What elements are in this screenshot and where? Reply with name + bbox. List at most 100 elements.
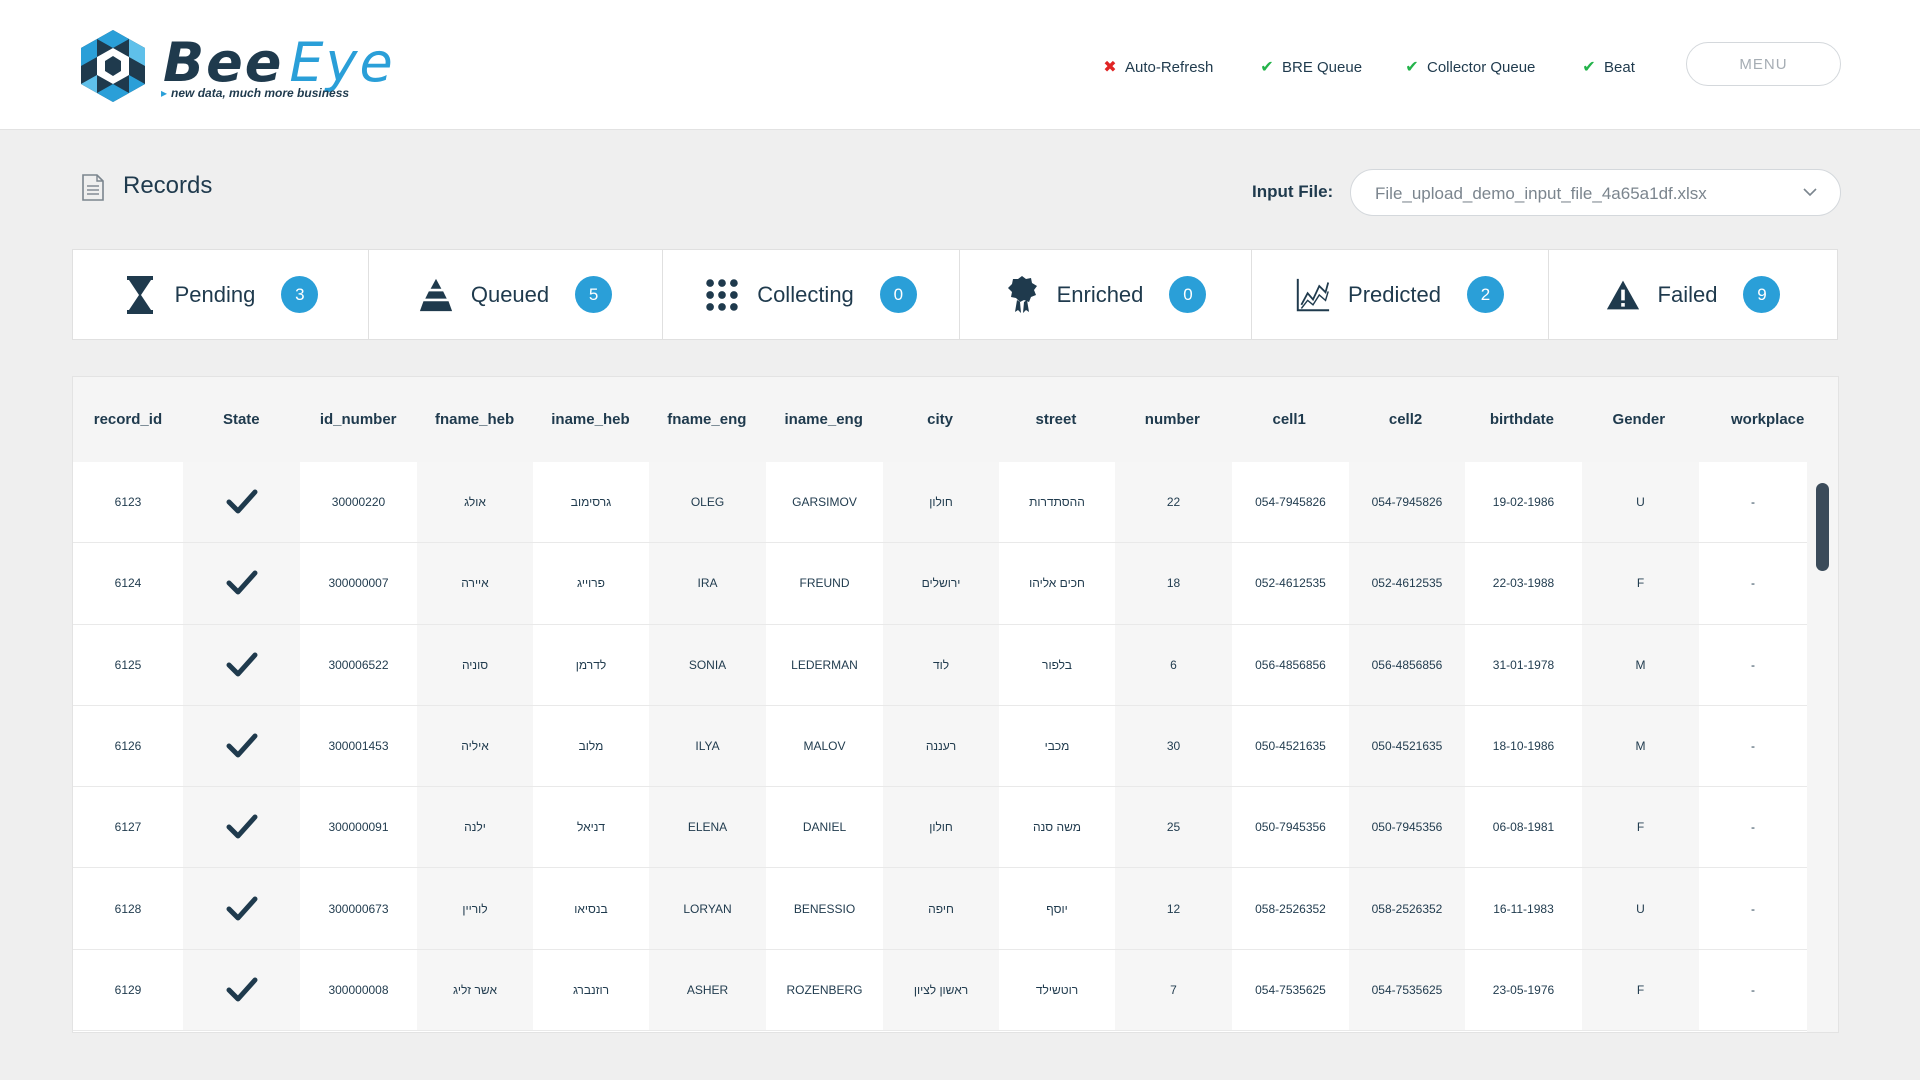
column-header-fname-eng[interactable]: fname_eng [648, 377, 765, 462]
status-cards: Pending 3 Queued 5 Collecting 0 Enriched… [72, 249, 1838, 340]
cell-street: משה סנה [1033, 820, 1081, 835]
column-header-street[interactable]: street [998, 377, 1114, 462]
cell-iname-eng: GARSIMOV [792, 495, 857, 510]
page-title: Records [123, 172, 213, 199]
column-header-record-id[interactable]: record_id [73, 377, 183, 462]
card-failed[interactable]: Failed 9 [1549, 250, 1837, 339]
cell-fname-eng: ELENA [649, 787, 766, 868]
table-row[interactable]: 6123 30000220 אולג גרסימוב OLEG GARSIMOV חולון… [73, 462, 1807, 544]
cell-number: 25 [1115, 787, 1232, 868]
menu-button[interactable]: MENU [1686, 42, 1841, 86]
card-predicted[interactable]: Predicted 2 [1252, 250, 1549, 339]
cell-street: חכים אליהו [1029, 576, 1085, 591]
cell-cell2: 054-7945826 [1349, 462, 1465, 543]
cell-id-number: 300000673 [328, 901, 389, 916]
column-header-city[interactable]: city [882, 377, 998, 462]
table-row[interactable]: 6127 300000091 ילנה דניאל ELENA DANIEL חולון מש… [73, 787, 1807, 869]
top-header: Bee Eye ▸ new data, much more business ✖ A… [0, 0, 1920, 130]
cell-birthdate: 16-11-1983 [1493, 901, 1554, 916]
column-header-cell2[interactable]: cell2 [1348, 377, 1464, 462]
card-pending[interactable]: Pending 3 [73, 250, 369, 339]
cell-iname-eng: LEDERMAN [791, 657, 858, 672]
cell-birthdate: 31-01-1978 [1492, 657, 1555, 672]
column-header-iname-eng[interactable]: iname_eng [765, 377, 882, 462]
cell-city: רעננה [883, 705, 999, 787]
cell-iname-heb: פרוייג [577, 576, 605, 591]
cell-cell2: 058-2526352 [1349, 868, 1465, 949]
cell-fname-heb: ילנה [417, 787, 533, 868]
check-icon [226, 733, 257, 758]
cell-gender: M [1582, 705, 1699, 787]
cell-state [183, 705, 300, 787]
cell-fname-heb: סוניה [417, 624, 533, 705]
tagline-arrow-icon: ▸ [161, 86, 168, 100]
column-header-iname-heb[interactable]: iname_heb [533, 377, 649, 462]
status-bre-queue: ✔ BRE Queue [1260, 57, 1362, 77]
card-label: Collecting [757, 281, 854, 307]
cell-iname-heb: גרסימוב [570, 495, 612, 510]
cell-fname-heb: לוריין [417, 868, 533, 949]
cell-fname-heb: אולג [417, 462, 533, 543]
card-label: Failed [1657, 281, 1718, 307]
logo-eye-text: Eye [289, 31, 395, 94]
column-header-fname-heb[interactable]: fname_heb [417, 377, 533, 462]
cell-record-id: 6127 [114, 820, 142, 835]
cell-cell1: 056-4856856 [1255, 657, 1326, 672]
logo-tagline: ▸ new data, much more business [161, 86, 349, 100]
input-file-select[interactable]: File_upload_demo_input_file_4a65a1df.xls… [1350, 169, 1841, 216]
cell-record-id: 6124 [114, 576, 142, 591]
chevron-down-icon [1803, 188, 1817, 197]
cell-iname-eng: BENESSIO [793, 901, 856, 916]
status-label: Collector Queue [1427, 58, 1536, 76]
cell-city: חיפה [883, 868, 999, 949]
cell-workplace: - [1751, 576, 1755, 591]
card-label: Predicted [1348, 281, 1441, 307]
card-queued[interactable]: Queued 5 [369, 250, 663, 339]
card-enriched[interactable]: Enriched 0 [960, 250, 1252, 339]
column-header-cell1[interactable]: cell1 [1231, 377, 1348, 462]
cell-fname-heb: איירה [417, 543, 533, 624]
cell-fname-eng: IRA [649, 543, 766, 624]
cell-cell1: 054-7945826 [1255, 495, 1326, 510]
status-label: Beat [1604, 58, 1635, 76]
cell-id-number: 300000008 [328, 982, 389, 997]
cell-cell2: 050-4521635 [1349, 705, 1465, 787]
stack-icon [419, 276, 453, 314]
card-collecting[interactable]: Collecting 0 [663, 250, 960, 339]
cell-cell1: 050-4521635 [1255, 739, 1326, 754]
cell-gender: U [1582, 868, 1699, 949]
column-header-number[interactable]: number [1114, 377, 1231, 462]
cell-gender: F [1582, 787, 1699, 868]
check-icon [226, 652, 257, 677]
cell-number: 22 [1115, 462, 1232, 543]
scrollbar-thumb[interactable] [1816, 483, 1829, 571]
cell-workplace: - [1751, 495, 1755, 510]
card-count-badge: 2 [1466, 276, 1504, 313]
column-header-workplace[interactable]: workplace [1697, 377, 1838, 462]
table-row[interactable]: 6124 300000007 איירה פרוייג IRA FREUND ירושלים… [73, 543, 1807, 625]
table-row[interactable]: 6125 300006522 סוניה לדרמן SONIA LEDERMAN לוד ב… [73, 624, 1807, 706]
cell-birthdate: 23-05-1976 [1492, 982, 1555, 997]
column-header-birthdate[interactable]: birthdate [1464, 377, 1581, 462]
table-body: 6123 30000220 אולג גרסימוב OLEG GARSIMOV חולון… [73, 462, 1807, 1032]
check-icon: ✔ [1260, 59, 1274, 76]
card-label: Pending [174, 281, 256, 307]
cell-gender: F [1582, 543, 1699, 624]
table-row[interactable]: 6129 300000008 אשר זליג רוזנברג ASHER ROZENBE… [73, 949, 1807, 1032]
cell-id-number: 300001453 [328, 739, 389, 754]
table-row[interactable]: 6128 300000673 לוריין בנסיאו LORYAN BENESSIO ח… [73, 868, 1807, 950]
column-header-state[interactable]: State [183, 377, 300, 462]
cell-id-number: 300006522 [328, 657, 389, 672]
cell-birthdate: 22-03-1988 [1492, 576, 1555, 591]
input-file-value: File_upload_demo_input_file_4a65a1df.xls… [1375, 184, 1707, 203]
column-header-id-number[interactable]: id_number [300, 377, 417, 462]
column-header-gender[interactable]: Gender [1580, 377, 1697, 462]
cell-state [183, 624, 300, 705]
cell-cell1: 058-2526352 [1255, 901, 1326, 916]
table-row[interactable]: 6126 300001453 איליה מלוב ILYA MALOV רעננה מכבי… [73, 705, 1807, 788]
check-icon [226, 977, 257, 1002]
warning-icon [1606, 276, 1640, 314]
cell-iname-heb: רוזנברג [572, 982, 610, 997]
cell-id-number: 300000007 [328, 576, 389, 591]
cell-cell2: 050-7945356 [1349, 787, 1465, 868]
